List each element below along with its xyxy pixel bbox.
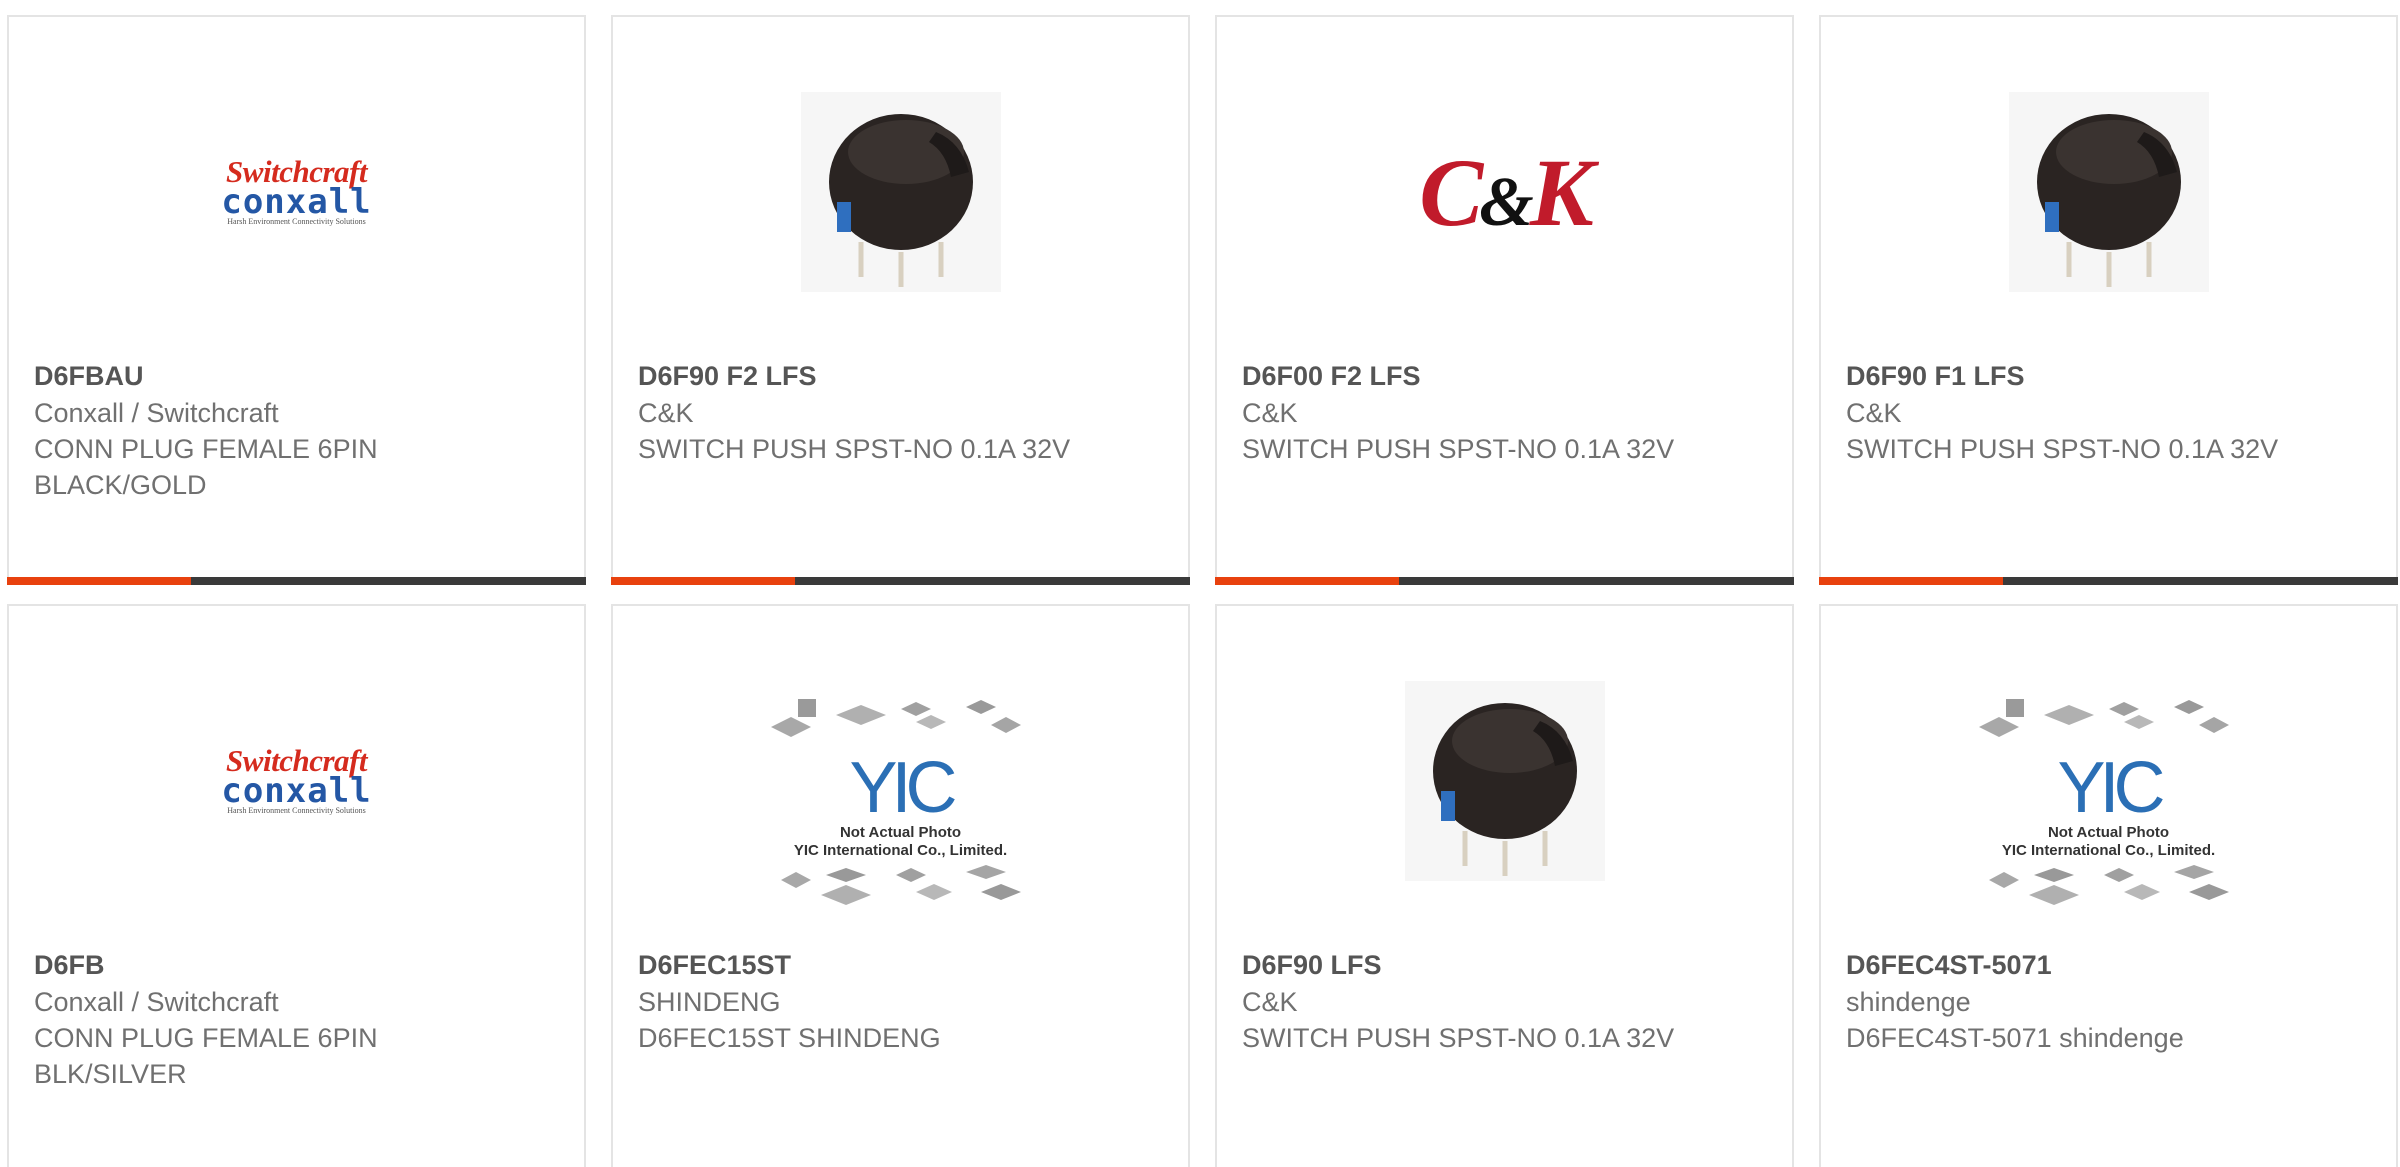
product-image[interactable]: Switchcraft conxall Harsh Environment Co… xyxy=(192,676,402,886)
manufacturer: C&K xyxy=(1242,398,1298,428)
part-number-link[interactable]: D6F00 F2 LFS xyxy=(1242,357,1772,395)
product-image[interactable] xyxy=(1400,676,1610,886)
chip-icons-bottom xyxy=(780,865,1021,905)
chip-icons-top xyxy=(770,699,1021,737)
description: SWITCH PUSH SPST-NO 0.1A 32V xyxy=(1242,1023,1675,1053)
chip-icons-bottom xyxy=(1988,865,2229,905)
description: SWITCH PUSH SPST-NO 0.1A 32V xyxy=(1846,434,2279,464)
product-image[interactable]: Switchcraft conxall Harsh Environment Co… xyxy=(192,87,402,297)
part-number-link[interactable]: D6F90 LFS xyxy=(1242,946,1772,984)
description: CONN PLUG FEMALE 6PIN BLACK/GOLD xyxy=(34,434,378,500)
description: SWITCH PUSH SPST-NO 0.1A 32V xyxy=(1242,434,1675,464)
product-card[interactable]: YIC Not Actual Photo YIC International C… xyxy=(611,604,1190,1167)
part-number-link[interactable]: D6FEC15ST xyxy=(638,946,1168,984)
not-actual-photo-placeholder: YIC Not Actual Photo YIC International C… xyxy=(766,697,1036,915)
description: D6FEC4ST-5071 shindenge xyxy=(1846,1023,2184,1053)
product-grid: Switchcraft conxall Harsh Environment Co… xyxy=(0,0,2400,1167)
description: D6FEC15ST SHINDENG xyxy=(638,1023,941,1053)
product-card[interactable]: C&K D6F00 F2 LFS C&K SWITCH PUSH SPST-NO… xyxy=(1215,15,1794,585)
push-switch-photo xyxy=(1404,681,1605,881)
product-image[interactable]: YIC Not Actual Photo YIC International C… xyxy=(1969,686,2249,926)
push-switch-photo xyxy=(2008,92,2209,292)
push-switch-photo xyxy=(800,92,1001,292)
card-accent-bar xyxy=(611,577,1190,585)
part-number-link[interactable]: D6FB xyxy=(34,946,564,984)
ck-logo: C&K xyxy=(1419,138,1594,246)
part-number-link[interactable]: D6F90 F1 LFS xyxy=(1846,357,2376,395)
product-image[interactable] xyxy=(796,87,1006,297)
part-number-link[interactable]: D6F90 F2 LFS xyxy=(638,357,1168,395)
manufacturer: C&K xyxy=(1242,987,1298,1017)
chip-icons-top xyxy=(1978,699,2229,737)
product-card[interactable]: Switchcraft conxall Harsh Environment Co… xyxy=(7,15,586,585)
manufacturer: shindenge xyxy=(1846,987,1971,1017)
manufacturer: Conxall / Switchcraft xyxy=(34,398,279,428)
manufacturer: C&K xyxy=(638,398,694,428)
manufacturer: C&K xyxy=(1846,398,1902,428)
card-accent-bar xyxy=(7,577,586,585)
manufacturer: Conxall / Switchcraft xyxy=(34,987,279,1017)
product-card[interactable]: D6F90 LFS C&K SWITCH PUSH SPST-NO 0.1A 3… xyxy=(1215,604,1794,1167)
part-number-link[interactable]: D6FBAU xyxy=(34,357,564,395)
not-actual-photo-placeholder: YIC Not Actual Photo YIC International C… xyxy=(1974,697,2244,915)
switchcraft-conxall-logo: Switchcraft conxall Harsh Environment Co… xyxy=(221,743,372,815)
product-card[interactable]: D6F90 F1 LFS C&K SWITCH PUSH SPST-NO 0.1… xyxy=(1819,15,2398,585)
card-accent-bar xyxy=(1819,577,2398,585)
product-image[interactable]: C&K xyxy=(1400,87,1610,297)
product-image[interactable] xyxy=(2004,87,2214,297)
card-accent-bar xyxy=(1215,577,1794,585)
product-card[interactable]: Switchcraft conxall Harsh Environment Co… xyxy=(7,604,586,1167)
manufacturer: SHINDENG xyxy=(638,987,781,1017)
description: CONN PLUG FEMALE 6PIN BLK/SILVER xyxy=(34,1023,378,1089)
product-card[interactable]: YIC Not Actual Photo YIC International C… xyxy=(1819,604,2398,1167)
switchcraft-conxall-logo: Switchcraft conxall Harsh Environment Co… xyxy=(221,154,372,226)
product-card[interactable]: D6F90 F2 LFS C&K SWITCH PUSH SPST-NO 0.1… xyxy=(611,15,1190,585)
part-number-link[interactable]: D6FEC4ST-5071 xyxy=(1846,946,2376,984)
description: SWITCH PUSH SPST-NO 0.1A 32V xyxy=(638,434,1071,464)
product-image[interactable]: YIC Not Actual Photo YIC International C… xyxy=(761,686,1041,926)
